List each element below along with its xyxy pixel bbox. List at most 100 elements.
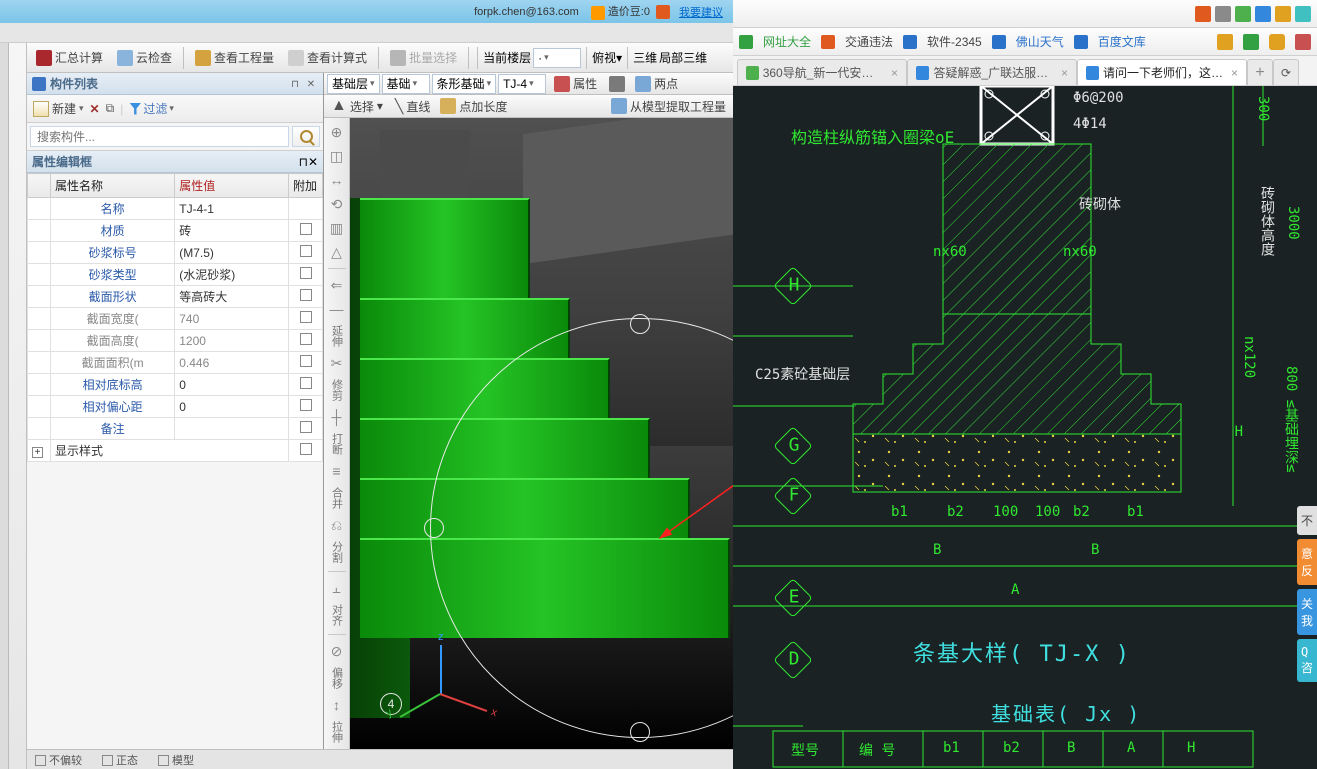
ext-icon[interactable] xyxy=(1295,34,1311,50)
bookmark-link[interactable]: 百度文库 xyxy=(1098,33,1146,50)
checkbox[interactable] xyxy=(300,223,312,235)
bookmark-bar: 网址大全 交通违法 软件-2345 佛山天气 百度文库 xyxy=(733,28,1317,56)
category-combo[interactable]: 基础▾ xyxy=(382,74,430,94)
ucs-axis xyxy=(412,639,482,709)
checkbox[interactable] xyxy=(35,755,46,766)
doc-icon xyxy=(288,50,304,66)
vtool-2[interactable]: ◫ xyxy=(327,146,347,166)
orbit-handle[interactable] xyxy=(424,518,444,538)
vtool-extend[interactable]: — xyxy=(327,299,347,319)
3d-viewport[interactable]: 4 xyxy=(350,118,733,749)
vtool-merge[interactable]: ≡ xyxy=(327,461,347,481)
new-button[interactable]: 新建▾ xyxy=(33,100,84,117)
close-icon[interactable]: ✕ xyxy=(308,155,318,169)
tab[interactable]: 答疑解惑_广联达服务新× xyxy=(907,59,1077,85)
cad-dim: 300 xyxy=(1255,96,1271,121)
grid-button[interactable] xyxy=(605,74,629,94)
point-icon xyxy=(440,98,456,114)
copy-button[interactable]: ⧉ xyxy=(106,101,115,116)
suggest-link[interactable]: 我要建议 xyxy=(679,4,723,20)
ext-icon[interactable] xyxy=(1215,6,1231,22)
bookmark-link[interactable]: 网址大全 xyxy=(763,33,811,50)
ext-icon[interactable] xyxy=(1243,34,1259,50)
cad-drawing-view[interactable]: 构造柱纵筋锚入圈梁oE Φ6@200 4Φ14 300 砖砌体 砖砌体高度 30… xyxy=(733,86,1317,769)
vtool-5[interactable]: ▥ xyxy=(327,218,347,238)
type-combo[interactable]: 条形基础▾ xyxy=(432,74,497,94)
line-button[interactable]: ╲直线 xyxy=(391,96,434,117)
ext-icon[interactable] xyxy=(1195,6,1211,22)
vtool-4[interactable]: ⟲ xyxy=(327,194,347,214)
ext-icon[interactable] xyxy=(1295,6,1311,22)
new-tab-button[interactable]: + xyxy=(1247,59,1273,85)
view-formula-button[interactable]: 查看计算式 xyxy=(282,46,373,69)
sigma-icon xyxy=(36,50,52,66)
close-icon[interactable]: × xyxy=(891,66,898,80)
bookmark-link[interactable]: 佛山天气 xyxy=(1016,33,1064,50)
vtool-3[interactable]: ↔ xyxy=(327,170,347,190)
orbit-handle[interactable] xyxy=(630,722,650,742)
main-toolbar: 汇总计算 云检查 查看工程量 查看计算式 批量选择 当前楼层 ·▾ 俯视▾ 三维 xyxy=(27,43,733,73)
delete-button[interactable]: ✕ xyxy=(90,102,100,116)
from-model-button[interactable]: 从模型提取工程量 xyxy=(607,96,730,117)
local-3d-button[interactable]: 局部三维 xyxy=(659,49,707,66)
view-mode-button[interactable]: 俯视▾ xyxy=(592,49,622,66)
site-icon xyxy=(903,35,917,49)
expand-button[interactable]: + xyxy=(32,447,43,458)
vtool-align[interactable]: ⫠ xyxy=(327,578,347,598)
vtool-6[interactable]: △ xyxy=(327,242,347,262)
sum-button[interactable]: 汇总计算 xyxy=(30,46,109,69)
vtool-7[interactable]: ⇐ xyxy=(327,275,347,295)
collapsed-panel-strip[interactable] xyxy=(9,43,27,769)
ext-icon[interactable] xyxy=(1255,6,1271,22)
close-icon[interactable]: × xyxy=(1061,66,1068,80)
prop-value[interactable]: TJ-4-1 xyxy=(175,198,289,220)
floor-combo[interactable]: ·▾ xyxy=(533,48,581,68)
cad-dim: 3000 xyxy=(1285,206,1301,240)
item-combo[interactable]: TJ-4▾ xyxy=(498,74,546,94)
tab-history-button[interactable]: ⟳ xyxy=(1273,59,1299,85)
side-tab-follow[interactable]: 关 我 xyxy=(1297,589,1317,635)
side-tab-qq[interactable]: Q 咨 xyxy=(1297,639,1317,682)
filter-button[interactable]: 过滤▾ xyxy=(129,100,174,117)
ext-icon[interactable] xyxy=(1275,6,1291,22)
attr-button[interactable]: 属性 xyxy=(550,73,601,94)
bookmark-link[interactable]: 交通违法 xyxy=(845,33,893,50)
vtool-trim[interactable]: ✂ xyxy=(327,353,347,373)
favicon xyxy=(746,66,759,80)
layer-combo[interactable]: 基础层▾ xyxy=(327,74,380,94)
two-point-button[interactable]: 两点 xyxy=(631,73,682,94)
select-button[interactable]: ▲选择▾ xyxy=(327,95,387,117)
vtool-offset[interactable]: ⊘ xyxy=(327,641,347,661)
pin-icon[interactable]: ⊓ xyxy=(299,155,308,169)
cad-dim: H xyxy=(1235,424,1243,440)
search-button[interactable] xyxy=(292,126,320,147)
tab-active[interactable]: 请问一下老师们，这个条× xyxy=(1077,59,1247,85)
property-header: 属性编辑框 ⊓✕ xyxy=(27,151,323,173)
cad-table-title: 基础表( Jx ) xyxy=(991,698,1141,727)
vtool-pull[interactable]: ↕ xyxy=(327,695,347,715)
cad-text: 砖砌体 xyxy=(1079,194,1121,214)
side-tab-feedback[interactable]: 意 反 xyxy=(1297,539,1317,585)
bookmark-link[interactable]: 软件-2345 xyxy=(927,33,982,50)
side-tab[interactable]: 不 xyxy=(1297,506,1317,535)
batch-select-button[interactable]: 批量选择 xyxy=(384,46,463,69)
tab[interactable]: 360导航_新一代安全上网× xyxy=(737,59,907,85)
close-icon[interactable]: × xyxy=(1231,66,1238,80)
cloud-check-button[interactable]: 云检查 xyxy=(111,46,178,69)
orbit-handle[interactable] xyxy=(630,314,650,334)
view-qty-button[interactable]: 查看工程量 xyxy=(189,46,280,69)
vtool-1[interactable]: ⊕ xyxy=(327,122,347,142)
ext-icon[interactable] xyxy=(1217,34,1233,50)
ext-icon[interactable] xyxy=(1235,6,1251,22)
pin-icon[interactable]: ⊓ xyxy=(288,78,302,92)
search-input[interactable] xyxy=(30,126,289,147)
vtool-break[interactable]: ┼ xyxy=(327,407,347,427)
ext-icon[interactable] xyxy=(1269,34,1285,50)
cad-text: 4Φ14 xyxy=(1073,116,1107,132)
menu-bar xyxy=(0,23,733,43)
3d-button[interactable]: 三维 xyxy=(633,49,657,66)
click-length-button[interactable]: 点加长度 xyxy=(436,96,511,117)
vtool-split[interactable]: ⎌ xyxy=(327,515,347,535)
close-icon[interactable]: ✕ xyxy=(304,78,318,92)
col-extra: 附加 xyxy=(289,174,323,198)
